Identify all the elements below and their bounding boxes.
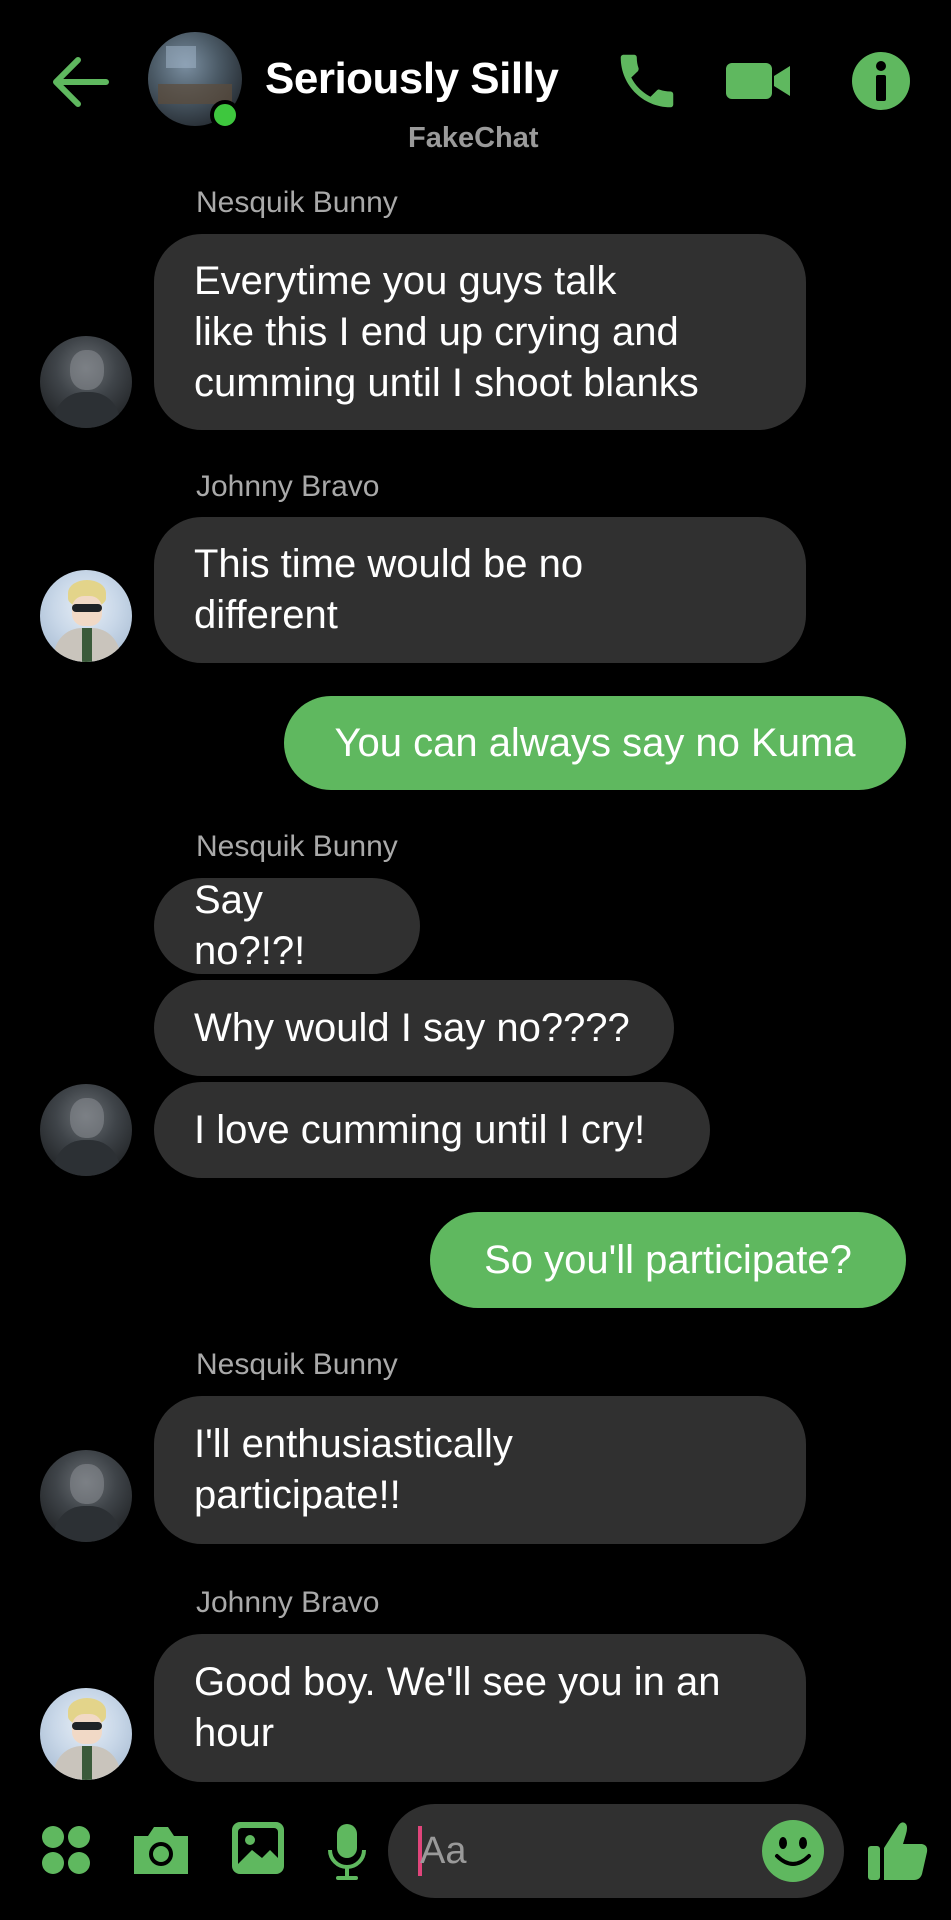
message-bubble[interactable]: Say no?!?! bbox=[154, 878, 420, 974]
video-call-button[interactable] bbox=[724, 46, 794, 116]
info-button[interactable] bbox=[846, 46, 916, 116]
avatar-nesquik-bunny[interactable] bbox=[40, 336, 132, 428]
message-bubble[interactable]: Good boy. We'll see you in an hour bbox=[154, 1634, 806, 1782]
avatar-nesquik-bunny[interactable] bbox=[40, 1450, 132, 1542]
avatar-johnny-bravo[interactable] bbox=[40, 570, 132, 662]
message-bubble[interactable]: I'll enthusiastically participate!! bbox=[154, 1396, 806, 1544]
chat-subtitle: FakeChat bbox=[408, 122, 539, 154]
back-button[interactable] bbox=[48, 50, 112, 114]
message-input-placeholder: Aa bbox=[420, 1830, 467, 1872]
info-icon bbox=[852, 52, 910, 110]
avatar-johnny-bravo[interactable] bbox=[40, 1688, 132, 1780]
gallery-button[interactable] bbox=[230, 1820, 286, 1876]
microphone-icon bbox=[328, 1824, 366, 1880]
emoji-icon bbox=[762, 1820, 824, 1882]
thumbs-up-icon bbox=[868, 1822, 928, 1880]
message-bubble[interactable]: Everytime you guys talk like this I end … bbox=[154, 234, 806, 430]
back-arrow-icon bbox=[53, 57, 109, 107]
like-button[interactable] bbox=[866, 1818, 930, 1882]
video-camera-icon bbox=[726, 63, 790, 99]
call-button[interactable] bbox=[612, 46, 682, 116]
message-bubble-outgoing[interactable]: You can always say no Kuma bbox=[284, 696, 906, 790]
apps-button[interactable] bbox=[40, 1824, 92, 1876]
sender-name: Nesquik Bunny bbox=[196, 830, 398, 863]
sender-name: Nesquik Bunny bbox=[196, 186, 398, 219]
gallery-icon bbox=[232, 1822, 284, 1874]
sender-name: Johnny Bravo bbox=[196, 1586, 380, 1619]
message-bubble-outgoing[interactable]: So you'll participate? bbox=[430, 1212, 906, 1308]
emoji-button[interactable] bbox=[760, 1818, 826, 1884]
sender-name: Johnny Bravo bbox=[196, 470, 380, 503]
message-bubble[interactable]: I love cumming until I cry! bbox=[154, 1082, 710, 1178]
camera-button[interactable] bbox=[130, 1822, 192, 1878]
voice-button[interactable] bbox=[326, 1822, 368, 1882]
camera-icon bbox=[134, 1827, 188, 1874]
online-indicator bbox=[210, 100, 240, 130]
avatar-nesquik-bunny[interactable] bbox=[40, 1084, 132, 1176]
message-bubble[interactable]: Why would I say no???? bbox=[154, 980, 674, 1076]
message-bubble[interactable]: This time would be no different bbox=[154, 517, 806, 663]
sender-name: Nesquik Bunny bbox=[196, 1348, 398, 1381]
phone-icon bbox=[620, 54, 674, 108]
chat-title[interactable]: Seriously Silly bbox=[265, 54, 559, 104]
apps-grid-icon bbox=[42, 1826, 90, 1874]
